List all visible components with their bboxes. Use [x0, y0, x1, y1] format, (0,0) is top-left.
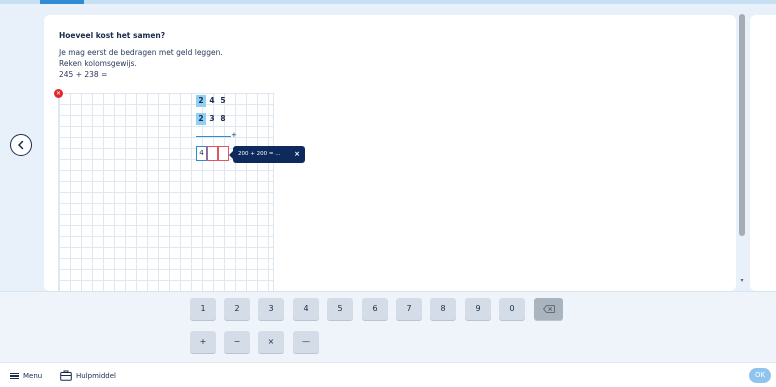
row2-tens: 3: [209, 114, 215, 123]
progress-bar: [0, 0, 776, 4]
tooltip-close-icon[interactable]: ×: [294, 146, 300, 163]
back-arrow-icon: [17, 140, 24, 150]
question-title: Hoeveel kost het samen?: [59, 31, 166, 40]
key-4[interactable]: 4: [293, 298, 319, 320]
help-tool-button[interactable]: Hulpmiddel: [60, 369, 116, 382]
menu-button[interactable]: Menu: [10, 370, 42, 382]
toolbox-icon: [60, 370, 72, 381]
close-icon[interactable]: ✕: [54, 89, 63, 98]
row1-ones: 5: [220, 96, 226, 105]
row2-hundreds: 2: [196, 113, 206, 125]
menu-icon: [10, 372, 19, 380]
scroll-down-arrow[interactable]: ▾: [739, 278, 745, 284]
question-instruction-2: Reken kolomsgewijs.: [59, 59, 137, 68]
key-times[interactable]: ×: [258, 331, 284, 353]
question-sum: 245 + 238 =: [59, 70, 108, 79]
number-keypad: 1 2 3 4 5 6 7 8 9 0 + − × —: [0, 291, 776, 362]
hint-tooltip: 200 + 200 = ... ×: [229, 146, 305, 163]
key-8[interactable]: 8: [430, 298, 456, 320]
key-1[interactable]: 1: [190, 298, 216, 320]
sum-line: [196, 136, 231, 137]
row1-hundreds: 2: [196, 95, 206, 107]
back-button[interactable]: [10, 134, 32, 156]
key-9[interactable]: 9: [465, 298, 491, 320]
scrollbar-thumb[interactable]: [739, 14, 745, 236]
question-instruction: Je mag eerst de bedragen met geld leggen…: [59, 48, 223, 57]
help-tool-label: Hulpmiddel: [76, 371, 116, 380]
key-5[interactable]: 5: [327, 298, 353, 320]
hint-text: 200 + 200 = ...: [238, 151, 281, 157]
scratch-grid[interactable]: [58, 93, 274, 291]
answer-ones-input[interactable]: [218, 146, 229, 161]
key-divide[interactable]: —: [293, 331, 319, 353]
answer-tens-input[interactable]: [207, 146, 218, 161]
backspace-icon: [542, 305, 555, 313]
key-6[interactable]: 6: [362, 298, 388, 320]
key-7[interactable]: 7: [396, 298, 422, 320]
next-card-peek: [750, 15, 776, 291]
row2-ones: 8: [220, 114, 226, 123]
plus-sign: +: [231, 131, 237, 139]
key-3[interactable]: 3: [258, 298, 284, 320]
key-0[interactable]: 0: [499, 298, 525, 320]
bottom-toolbar: Menu Hulpmiddel OK: [0, 362, 776, 387]
row1-tens: 4: [209, 96, 215, 105]
key-minus[interactable]: −: [224, 331, 250, 353]
progress-fill: [40, 0, 84, 4]
backspace-button[interactable]: [534, 298, 563, 320]
menu-label: Menu: [23, 372, 43, 380]
answer-hundreds-input[interactable]: 4: [196, 146, 207, 161]
key-plus[interactable]: +: [190, 331, 216, 353]
key-2[interactable]: 2: [224, 298, 250, 320]
scrollbar[interactable]: ▾: [738, 10, 746, 290]
ok-button[interactable]: OK: [749, 368, 771, 383]
